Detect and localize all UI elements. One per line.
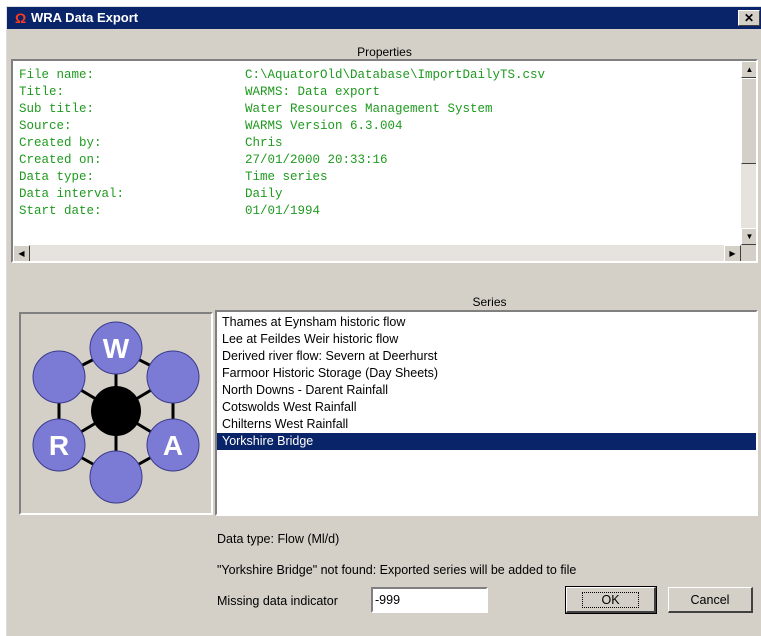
property-row: File name: C:\AquatorOld\Database\ImportD… <box>19 67 545 84</box>
property-value: Chris <box>245 136 283 150</box>
property-key: Title: <box>19 85 65 99</box>
property-row: Source: WARMS Version 6.3.004 <box>19 118 545 135</box>
series-list-item[interactable]: Derived river flow: Severn at Deerhurst <box>217 348 756 365</box>
property-row: Created on: 27/01/2000 20:33:16 <box>19 152 545 169</box>
property-value: Time series <box>245 170 328 184</box>
property-value: WARMS Version 6.3.004 <box>245 119 403 133</box>
logo-letter-a: A <box>163 430 183 461</box>
property-value: 27/01/2000 20:33:16 <box>245 153 388 167</box>
property-row: Title: WARMS: Data export <box>19 84 545 101</box>
series-list-item[interactable]: Farmoor Historic Storage (Day Sheets) <box>217 365 756 382</box>
property-value: WARMS: Data export <box>245 85 381 99</box>
scroll-thumb[interactable] <box>741 78 756 164</box>
property-value: Water Resources Management System <box>245 102 493 116</box>
ok-button[interactable]: OK <box>565 586 657 614</box>
property-row: Start date: 01/01/1994 <box>19 203 545 220</box>
properties-horizontal-scrollbar[interactable]: ◀ ▶ <box>13 245 741 261</box>
data-type-text: Data type: Flow (Ml/d) <box>217 532 340 546</box>
series-list-item[interactable]: North Downs - Darent Rainfall <box>217 382 756 399</box>
omega-icon: Ω <box>15 10 27 26</box>
properties-vertical-scrollbar[interactable]: ▲ ▼ <box>741 61 756 245</box>
title-bar[interactable]: Ω WRA Data Export ✕ <box>7 7 761 29</box>
series-items: Thames at Eynsham historic flow Lee at Fe… <box>217 312 756 450</box>
series-list-item[interactable]: Yorkshire Bridge <box>217 433 756 450</box>
logo-circle-upper-left <box>32 350 86 404</box>
logo-letter-w: W <box>103 333 130 364</box>
property-key: Sub title: <box>19 102 95 116</box>
property-row: Data type: Time series <box>19 169 545 186</box>
property-key: Start date: <box>19 204 102 218</box>
property-value: Daily <box>245 187 283 201</box>
property-key: Created on: <box>19 153 102 167</box>
property-row: Sub title: Water Resources Management Sys… <box>19 101 545 118</box>
logo-circle-upper-right <box>146 350 200 404</box>
property-row: Data interval: Daily <box>19 186 545 203</box>
cancel-button[interactable]: Cancel <box>668 587 753 613</box>
property-row: Created by: Chris <box>19 135 545 152</box>
property-key: Source: <box>19 119 72 133</box>
property-key: Data type: <box>19 170 95 184</box>
close-button[interactable]: ✕ <box>738 10 760 26</box>
wra-logo: W R A <box>19 312 213 515</box>
ok-button-label: OK <box>582 592 639 608</box>
property-value: C:\AquatorOld\Database\ImportDailyTS.csv <box>245 68 546 82</box>
window-title: WRA Data Export <box>31 10 139 25</box>
logo-center-circle <box>91 386 141 436</box>
series-list[interactable]: Thames at Eynsham historic flow Lee at Fe… <box>215 310 758 516</box>
property-key: Created by: <box>19 136 102 150</box>
missing-data-input[interactable]: -999 <box>371 587 488 613</box>
properties-content: File name: C:\AquatorOld\Database\ImportD… <box>19 67 545 220</box>
logo-circle-bottom <box>89 450 143 504</box>
scrollbar-corner <box>741 245 756 261</box>
logo-letter-r: R <box>49 430 69 461</box>
series-label: Series <box>472 295 507 309</box>
series-list-item[interactable]: Thames at Eynsham historic flow <box>217 314 756 331</box>
wra-logo-graphic: W R A <box>32 321 200 504</box>
series-list-item[interactable]: Cotswolds West Rainfall <box>217 399 756 416</box>
scroll-left-arrow-icon[interactable]: ◀ <box>13 245 30 261</box>
scroll-right-arrow-icon[interactable]: ▶ <box>724 245 741 261</box>
missing-data-label: Missing data indicator <box>217 594 338 608</box>
property-value: 01/01/1994 <box>245 204 321 218</box>
wra-data-export-dialog: Ω WRA Data Export ✕ Properties File name… <box>6 6 761 636</box>
series-list-item[interactable]: Lee at Feildes Weir historic flow <box>217 331 756 348</box>
property-key: Data interval: <box>19 187 125 201</box>
series-list-item[interactable]: Chilterns West Rainfall <box>217 416 756 433</box>
scroll-down-arrow-icon[interactable]: ▼ <box>741 228 756 245</box>
property-key: File name: <box>19 68 95 82</box>
scroll-up-arrow-icon[interactable]: ▲ <box>741 61 756 78</box>
properties-label: Properties <box>357 45 412 59</box>
properties-list[interactable]: File name: C:\AquatorOld\Database\ImportD… <box>11 59 758 263</box>
status-message: "Yorkshire Bridge" not found: Exported s… <box>217 563 577 577</box>
